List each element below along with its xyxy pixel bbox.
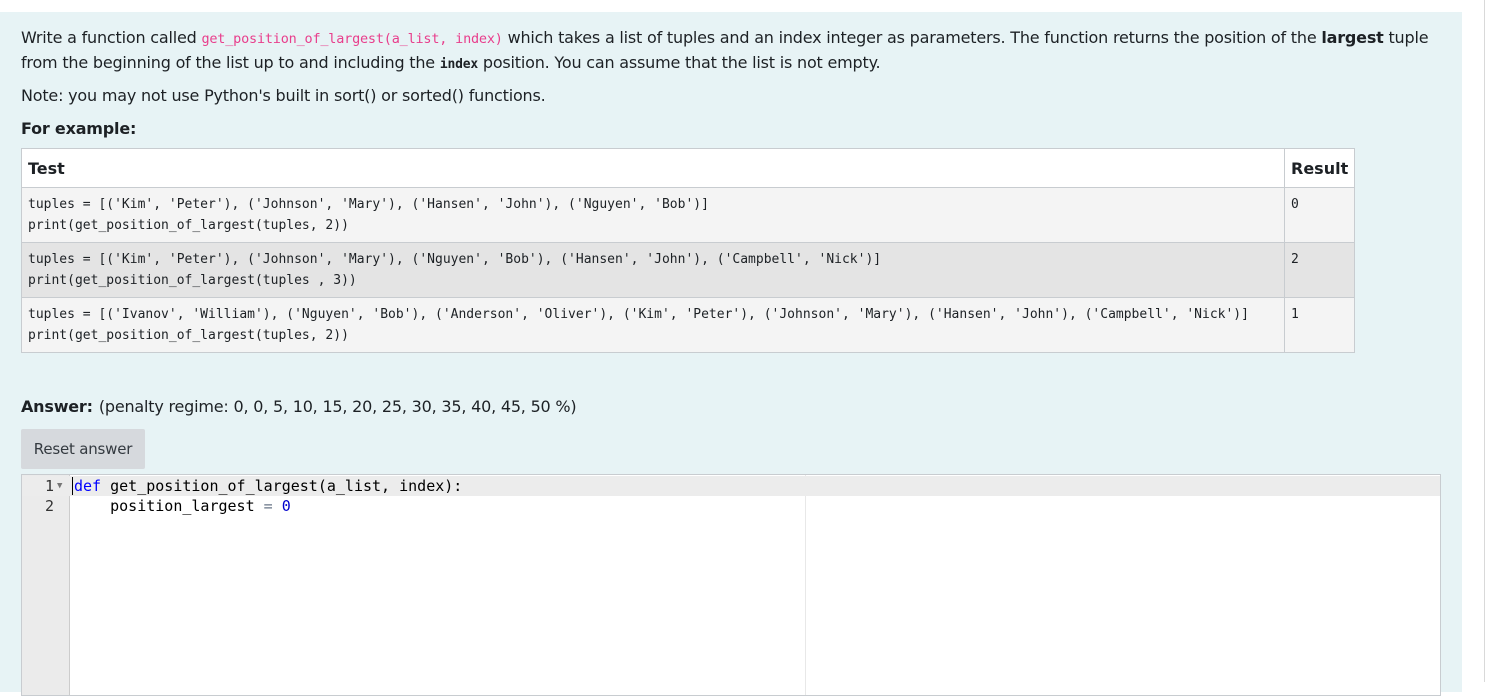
- code-identifier: position_largest: [74, 497, 255, 515]
- intro-text: Write a function called: [21, 28, 202, 47]
- code-rest: get_position_of_largest(a_list, index):: [101, 477, 463, 495]
- examples-table: Test Result tuples = [('Kim', 'Peter'), …: [21, 148, 1356, 353]
- result-cell: 1: [1283, 297, 1356, 353]
- page-margin: [1462, 0, 1485, 682]
- code-text: position_largest = 0: [74, 496, 291, 516]
- result-cell: 0: [1283, 187, 1356, 243]
- code-line-2[interactable]: 2 position_largest = 0: [22, 496, 1440, 516]
- example-heading: For example:: [21, 119, 137, 138]
- largest-emphasis: largest: [1321, 28, 1384, 47]
- index-code: index: [439, 57, 478, 72]
- intro-text-end: position. You can assume that the list i…: [477, 53, 881, 72]
- code-text: def get_position_of_largest(a_list, inde…: [74, 476, 462, 496]
- table-row: tuples = [('Kim', 'Peter'), ('Johnson', …: [21, 187, 1356, 243]
- code-operator: =: [254, 497, 282, 515]
- fold-arrow-icon[interactable]: ▼: [57, 476, 62, 496]
- line-number: 2: [44, 497, 54, 515]
- test-column-header: Test: [21, 148, 1285, 188]
- test-cell: tuples = [('Kim', 'Peter'), ('Johnson', …: [21, 187, 1285, 243]
- text-cursor: [72, 477, 73, 495]
- test-cell: tuples = [('Ivanov', 'William'), ('Nguye…: [21, 297, 1285, 353]
- note-text: Note: you may not use Python's built in …: [21, 86, 546, 105]
- reset-answer-button[interactable]: Reset answer: [21, 429, 145, 469]
- keyword-def: def: [74, 477, 102, 495]
- result-column-header: Result: [1283, 148, 1356, 188]
- answer-label: Answer:: [21, 397, 93, 416]
- intro-text-mid: which takes a list of tuples and an inde…: [502, 28, 1322, 47]
- question-text: Write a function called get_position_of_…: [21, 26, 1441, 77]
- code-editor[interactable]: 1 ▼ def get_position_of_largest(a_list, …: [21, 474, 1441, 696]
- examples-header-row: Test Result: [21, 148, 1356, 188]
- question-panel: Write a function called get_position_of_…: [0, 12, 1462, 696]
- code-line-1[interactable]: 1 ▼ def get_position_of_largest(a_list, …: [22, 476, 1440, 496]
- line-number: 1: [44, 477, 54, 495]
- answer-line: Answer: (penalty regime: 0, 0, 5, 10, 15,…: [21, 397, 577, 416]
- function-signature: get_position_of_largest(a_list, index): [201, 31, 503, 47]
- table-row: tuples = [('Kim', 'Peter'), ('Johnson', …: [21, 242, 1356, 298]
- penalty-regime: (penalty regime: 0, 0, 5, 10, 15, 20, 25…: [98, 397, 577, 416]
- code-number: 0: [281, 497, 291, 515]
- test-cell: tuples = [('Kim', 'Peter'), ('Johnson', …: [21, 242, 1285, 298]
- table-row: tuples = [('Ivanov', 'William'), ('Nguye…: [21, 297, 1356, 353]
- result-cell: 2: [1283, 242, 1356, 298]
